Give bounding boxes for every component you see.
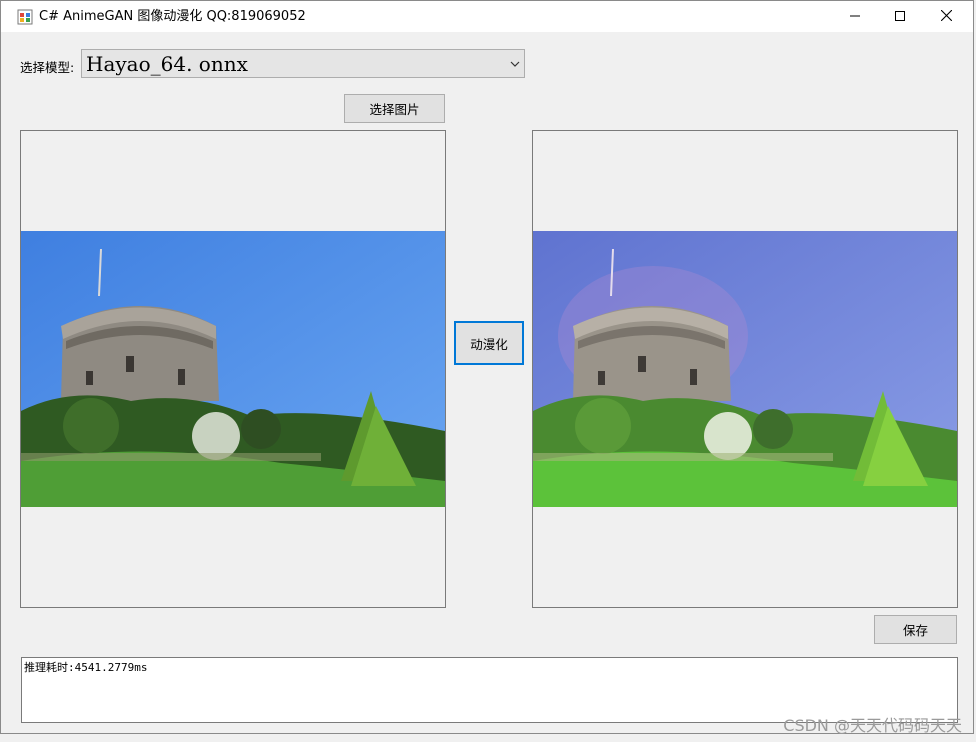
app-form-icon [17,9,33,25]
chevron-down-icon [510,58,520,68]
castle-anime [533,231,957,507]
model-select-value: Hayao_64. onnx [86,52,248,76]
title-bar[interactable]: C# AnimeGAN 图像动漫化 QQ:819069052 [1,1,973,32]
model-label: 选择模型: [20,60,75,75]
model-select[interactable]: Hayao_64. onnx [81,49,525,78]
watermark: CSDN @天天代码码天天 [783,716,962,735]
save-button[interactable]: 保存 [874,615,957,644]
close-button[interactable] [923,1,969,32]
maximize-button[interactable] [877,1,923,32]
main-window: C# AnimeGAN 图像动漫化 QQ:819069052 选择模型: Hay… [0,0,974,734]
close-icon [940,9,952,24]
animate-button[interactable]: 动漫化 [454,321,524,365]
select-image-button[interactable]: 选择图片 [344,94,445,123]
minimize-button[interactable] [832,1,878,32]
window-title: C# AnimeGAN 图像动漫化 QQ:819069052 [39,9,306,24]
inference-time-text: 推理耗时:4541.2779ms [24,661,148,674]
minimize-icon [850,10,860,24]
castle-photo [21,231,445,507]
maximize-icon [895,10,905,24]
input-picture-box [20,130,446,608]
output-picture-box [532,130,958,608]
